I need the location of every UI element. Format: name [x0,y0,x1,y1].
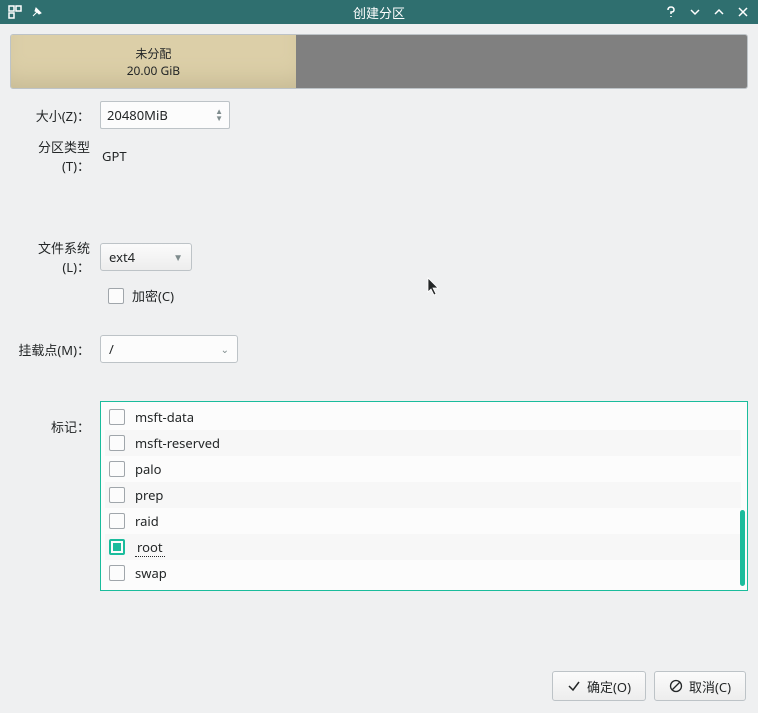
cancel-icon [669,679,683,693]
flag-item[interactable]: root [105,534,741,560]
flag-item[interactable]: msft-data [105,404,741,430]
size-label: 大小(Z)： [10,106,100,125]
flag-label: root [135,538,165,557]
partition-segment-unallocated[interactable]: 未分配 20.00 GiB [11,35,296,88]
flag-item[interactable]: raid [105,508,741,534]
filesystem-combo[interactable]: ext4 ▼ [100,243,192,271]
app-menu-icon[interactable] [8,5,22,19]
partition-label: 未分配 [135,45,171,62]
mount-label: 挂载点(M)： [10,340,100,359]
mount-combo[interactable]: / ⌄ [100,335,238,363]
partition-bar: 未分配 20.00 GiB [10,34,748,89]
scrollbar-thumb[interactable] [740,510,745,586]
flag-item[interactable]: prep [105,482,741,508]
type-value: GPT [100,147,127,165]
flags-label: 标记： [10,401,100,436]
maximize-icon[interactable] [712,5,726,19]
close-icon[interactable] [736,5,750,19]
mount-value: / [109,340,114,358]
flags-list[interactable]: msft-data msft-reserved palo prep raid root sw… [100,401,748,591]
filesystem-value: ext4 [109,248,135,266]
encrypt-label: 加密(C) [132,286,174,305]
filesystem-label: 文件系统 (L)： [10,238,100,276]
flag-item[interactable]: swap [105,560,741,586]
flag-label: swap [135,564,167,582]
size-value: 20480MiB [107,106,168,124]
cancel-label: 取消(C) [689,677,731,696]
chevron-down-icon: ⌄ [221,342,229,356]
flag-checkbox[interactable] [109,409,125,425]
ok-button[interactable]: 确定(O) [552,671,646,701]
encrypt-checkbox[interactable] [108,288,124,304]
minimize-icon[interactable] [688,5,702,19]
flag-item[interactable]: palo [105,456,741,482]
size-spinbox[interactable]: 20480MiB ▲▼ [100,101,230,129]
titlebar: 创建分区 [0,0,758,24]
help-icon[interactable] [664,5,678,19]
cancel-button[interactable]: 取消(C) [654,671,746,701]
chevron-down-icon: ▼ [173,250,183,264]
flag-checkbox[interactable] [109,565,125,581]
partition-size: 20.00 GiB [127,62,180,79]
flag-label: msft-reserved [135,434,220,452]
ok-label: 确定(O) [587,677,631,696]
spin-arrows-icon[interactable]: ▲▼ [215,108,223,122]
flag-checkbox[interactable] [109,487,125,503]
flag-label: prep [135,486,163,504]
flag-label: msft-data [135,408,194,426]
window-title: 创建分区 [0,3,758,22]
pin-icon[interactable] [30,5,44,19]
flag-item[interactable]: msft-reserved [105,430,741,456]
type-label: 分区类型(T)： [10,137,100,175]
flag-label: raid [135,512,159,530]
check-icon [567,679,581,693]
flag-label: palo [135,460,162,478]
partition-segment-rest[interactable] [296,35,747,88]
flag-checkbox[interactable] [109,513,125,529]
flag-checkbox[interactable] [109,539,125,555]
flag-checkbox[interactable] [109,435,125,451]
flag-checkbox[interactable] [109,461,125,477]
